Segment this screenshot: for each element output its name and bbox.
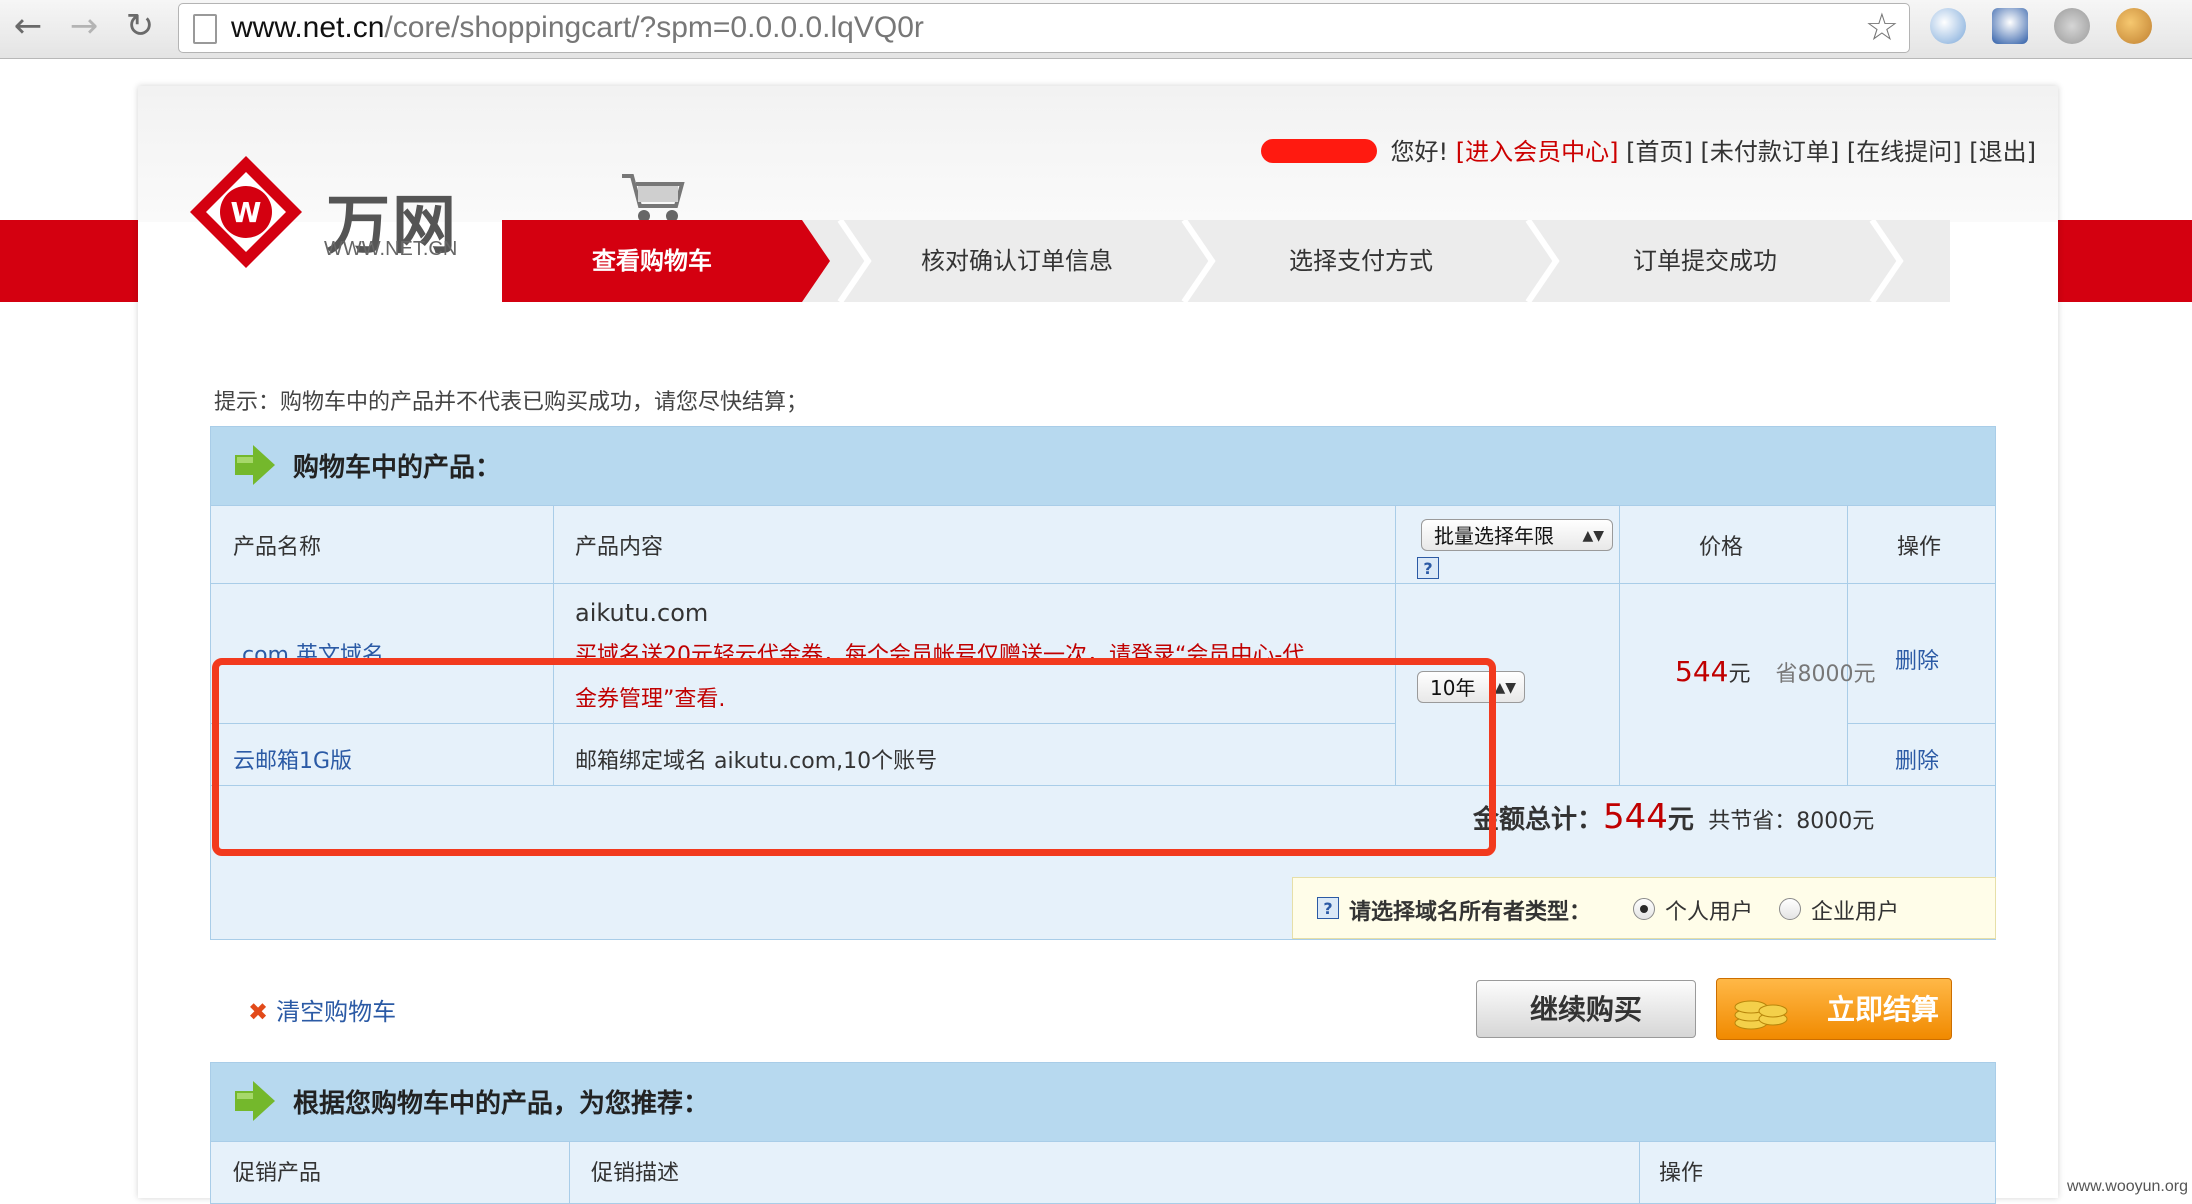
step-confirm-order: 核对确认订单信息 <box>921 247 1113 275</box>
total-unit: 元 <box>1667 805 1694 835</box>
batch-term-select[interactable]: 批量选择年限 ▲▼ <box>1421 519 1613 551</box>
price-cell: 544元 省8000元 <box>1675 655 1875 688</box>
cart-tip: 提示：购物车中的产品并不代表已购买成功，请您尽快结算； <box>214 390 809 415</box>
recommend-title: 根据您购物车中的产品，为您推荐： <box>293 1089 710 1119</box>
divider <box>211 1141 1995 1142</box>
price-save: 省8000元 <box>1775 662 1876 687</box>
logout-link[interactable]: [退出] <box>1969 138 2036 166</box>
watermark: www.wooyun.org <box>2067 1178 2188 1195</box>
col-header-promo-product: 促销产品 <box>233 1161 322 1186</box>
option-personal-label: 个人用户 <box>1665 900 1754 925</box>
bookmark-star-icon[interactable]: ☆ <box>1865 5 1899 49</box>
total-save-value: 8000元 <box>1796 809 1875 834</box>
clear-cart-label: 清空购物车 <box>276 998 397 1026</box>
back-icon[interactable]: ← <box>8 6 48 46</box>
divider <box>1847 723 1995 724</box>
extension-search-icon[interactable] <box>1930 8 1966 44</box>
cart-panel-header: 购物车中的产品： <box>211 427 1995 505</box>
redacted-username <box>1260 139 1377 163</box>
owner-type-label: 请选择域名所有者类型： <box>1349 900 1592 925</box>
continue-shopping-button[interactable]: 继续购买 <box>1476 980 1696 1038</box>
delete-link[interactable]: 删除 <box>1895 743 1939 775</box>
member-center-link[interactable]: [进入会员中心] <box>1456 138 1619 166</box>
extension-user-icon[interactable] <box>1992 8 2028 44</box>
select-arrows-icon: ▲▼ <box>1494 680 1516 696</box>
price-amount: 544 <box>1675 655 1729 688</box>
divider <box>1639 1141 1640 1203</box>
help-icon[interactable]: ? <box>1317 897 1339 919</box>
select-arrows-icon: ▲▼ <box>1582 528 1604 544</box>
unpaid-orders-link[interactable]: [未付款订单] <box>1701 138 1840 166</box>
shopping-cart-icon <box>622 174 685 222</box>
online-question-link[interactable]: [在线提问] <box>1847 138 1962 166</box>
extension-cookie-icon[interactable] <box>2116 8 2152 44</box>
green-arrow-icon <box>235 445 275 485</box>
clear-cart-link[interactable]: ✖ 清空购物车 <box>248 992 396 1027</box>
home-link[interactable]: [首页] <box>1626 138 1693 166</box>
domain-name: aikutu.com <box>575 599 709 627</box>
logo-subtitle: WWW.NET.CN <box>324 238 458 260</box>
address-bar[interactable]: www.net.cn/core/shoppingcart/?spm=0.0.0.… <box>178 3 1910 53</box>
coins-icon <box>1734 1000 1788 1030</box>
nav-band-left <box>0 220 155 302</box>
delete-link[interactable]: 删除 <box>1895 643 1939 675</box>
extension-grey-icon[interactable] <box>2054 8 2090 44</box>
help-icon[interactable]: ? <box>1417 557 1439 579</box>
svg-text:W: W <box>231 196 262 229</box>
col-header-price: 价格 <box>1699 535 1744 560</box>
page-icon <box>193 14 217 44</box>
price-unit: 元 <box>1728 662 1751 687</box>
col-header-promo-desc: 促销描述 <box>591 1161 680 1186</box>
total-save-label: 共节省： <box>1708 809 1797 834</box>
reload-icon[interactable]: ↻ <box>120 6 160 46</box>
greeting: 您好! <box>1390 138 1449 166</box>
wanwang-logo-icon: W <box>190 156 302 268</box>
divider <box>211 505 1995 506</box>
annotation-highlight-box <box>212 658 1496 856</box>
clear-x-icon: ✖ <box>248 998 269 1026</box>
batch-term-label: 批量选择年限 <box>1434 524 1554 548</box>
browser-toolbar: ← → ↻ www.net.cn/core/shoppingcart/?spm=… <box>0 0 2192 59</box>
checkout-label: 立即结算 <box>1827 993 1940 1026</box>
divider <box>211 583 1995 584</box>
checkout-steps: 查看购物车 核对确认订单信息 选择支付方式 订单提交成功 <box>502 220 1950 302</box>
option-enterprise-label: 企业用户 <box>1811 900 1900 925</box>
divider <box>569 1141 570 1203</box>
owner-type-panel: ? 请选择域名所有者类型： 个人用户 企业用户 <box>1292 877 1996 939</box>
user-toolbar: 您好! [进入会员中心] [首页] [未付款订单] [在线提问] [退出] <box>1260 132 2036 167</box>
green-arrow-icon <box>235 1081 275 1121</box>
step-view-cart: 查看购物车 <box>592 247 712 275</box>
page-container: W 万网 WWW.NET.CN 您好! [进入会员中心] [首页] [未付款订单… <box>138 86 2058 1204</box>
recommend-panel-header: 根据您购物车中的产品，为您推荐： <box>211 1063 1995 1141</box>
total-amount: 544 <box>1603 797 1668 837</box>
checkout-button[interactable]: 立即结算 <box>1716 978 1952 1040</box>
divider <box>1619 505 1620 785</box>
col-header-action: 操作 <box>1897 535 1942 560</box>
url-text: www.net.cn/core/shoppingcart/?spm=0.0.0.… <box>231 11 924 44</box>
forward-icon[interactable]: → <box>64 6 104 46</box>
total-summary: 金额总计：544元 共节省：8000元 <box>1473 797 1874 837</box>
step-payment-method: 选择支付方式 <box>1289 247 1433 275</box>
radio-personal[interactable] <box>1633 898 1655 920</box>
step-order-submitted: 订单提交成功 <box>1633 247 1777 275</box>
cart-title: 购物车中的产品： <box>293 453 502 483</box>
col-header-promo-action: 操作 <box>1659 1161 1704 1186</box>
divider <box>1847 505 1848 785</box>
recommend-panel: 根据您购物车中的产品，为您推荐： 促销产品 促销描述 操作 <box>210 1062 1996 1204</box>
radio-enterprise[interactable] <box>1779 898 1801 920</box>
col-header-name: 产品名称 <box>233 535 322 560</box>
col-header-content: 产品内容 <box>575 535 664 560</box>
